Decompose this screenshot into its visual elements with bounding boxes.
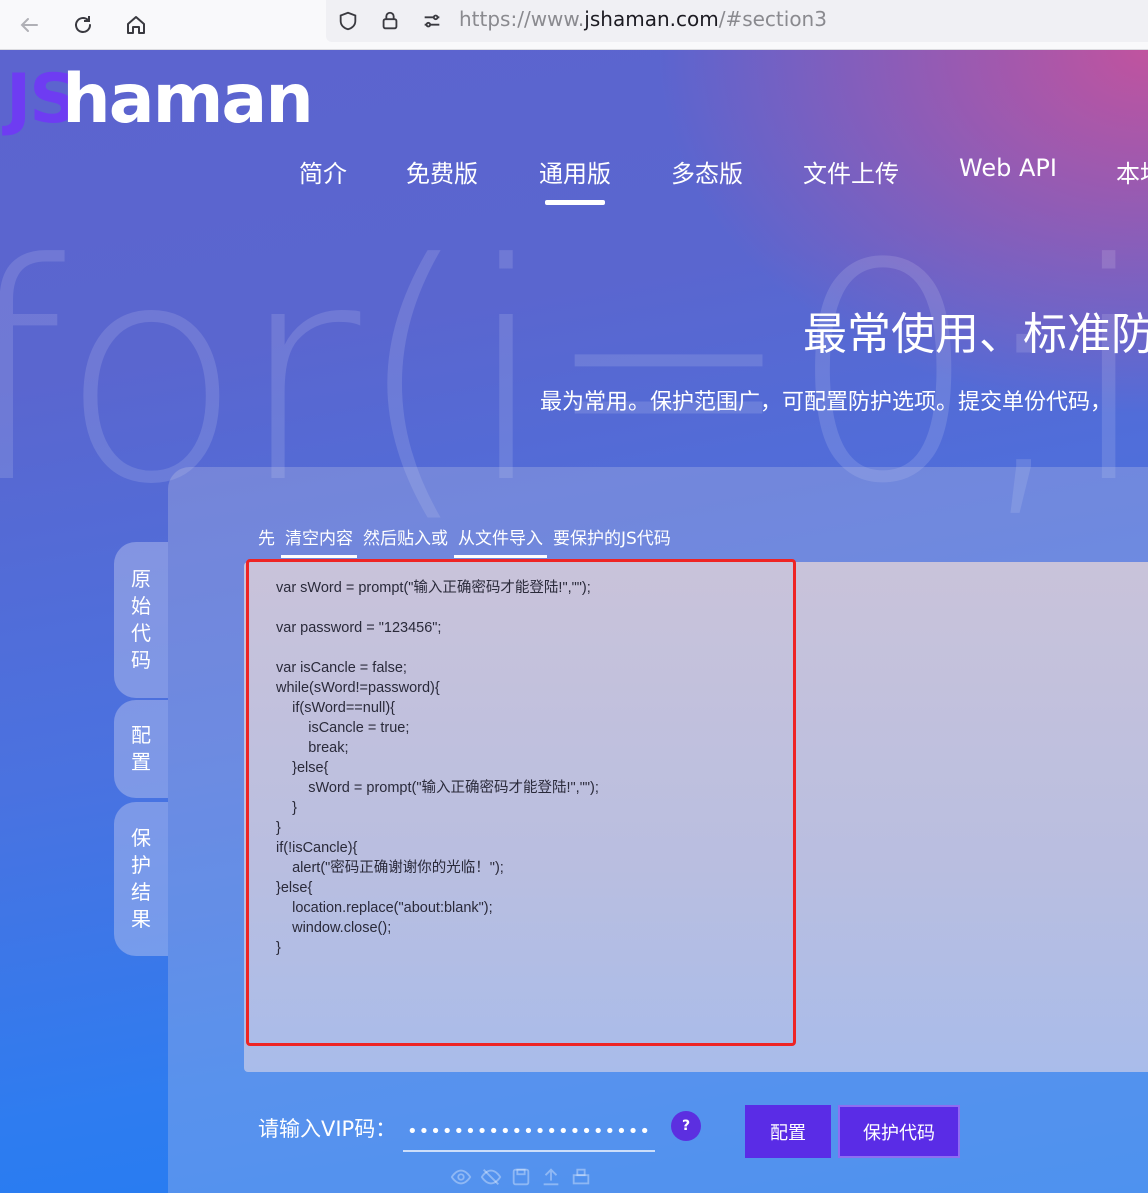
instructions-post: 要保护的JS代码 [553,529,671,549]
url-text[interactable]: https://www.jshaman.com/#section3 [459,7,827,31]
tab-protect-result[interactable]: 保护结果 [114,802,168,956]
nav-item-local[interactable]: 本地 [1116,154,1148,189]
home-icon[interactable] [119,8,153,42]
back-arrow-icon[interactable] [12,8,46,42]
tab-config[interactable]: 配置 [114,700,168,798]
nav-item-file-upload[interactable]: 文件上传 [803,154,899,189]
logo[interactable]: JShaman [6,60,314,139]
vip-label: 请输入VIP码： [258,1117,397,1141]
help-icon[interactable]: ? [671,1111,701,1141]
vip-code-input[interactable] [403,1112,655,1152]
nav-item-intro[interactable]: 简介 [299,154,347,189]
url-suffix: /#section3 [718,7,827,31]
nav-active-indicator [545,200,605,205]
nav-item-general[interactable]: 通用版 [539,154,611,189]
protect-code-button[interactable]: 保护代码 [838,1105,960,1158]
nav-item-polymorphic[interactable]: 多态版 [671,154,743,189]
page: for(i=0;i< JShaman 简介 免费版 通用版 多态版 文件上传 W… [0,50,1148,1193]
hero-subtitle: 最为常用。保护范围广，可配置防护选项。提交单份代码， [540,390,1113,415]
tab-original-code[interactable]: 原始代码 [114,542,168,698]
logo-rest: haman [62,60,313,139]
permissions-icon[interactable] [415,4,449,38]
tool-icons [450,1166,592,1188]
url-host: jshaman.com [584,7,719,31]
nav-item-web-api[interactable]: Web API [959,154,1057,182]
nav-item-free[interactable]: 免费版 [406,154,478,189]
lock-icon[interactable] [373,4,407,38]
main-nav: 简介 免费版 通用版 多态版 文件上传 Web API 本地 [0,154,1148,214]
hero-title: 最常使用、标准防 [803,309,1148,360]
eye-off-icon[interactable] [480,1166,502,1188]
instructions-pre: 先 [258,529,275,549]
editor-highlight-box [246,559,796,1046]
upload-icon[interactable] [540,1166,562,1188]
reload-icon[interactable] [66,8,100,42]
save-icon[interactable] [510,1166,532,1188]
tab-config-label: 配置 [131,723,151,774]
instructions-mid: 然后贴入或 [363,529,448,549]
instructions: 先清空内容 然后贴入或 从文件导入 要保护的JS代码 [258,524,671,558]
browser-toolbar: https://www.jshaman.com/#section3 [0,0,1148,50]
eye-icon[interactable] [450,1166,472,1188]
import-file-link[interactable]: 从文件导入 [454,529,547,558]
url-prefix: https://www. [459,7,585,31]
tab-original-code-label: 原始代码 [131,567,151,672]
printer-icon[interactable] [570,1166,592,1188]
shield-icon[interactable] [331,4,365,38]
config-button[interactable]: 配置 [745,1105,831,1158]
clear-content-link[interactable]: 清空内容 [281,529,357,558]
tab-protect-result-label: 保护结果 [131,826,151,931]
